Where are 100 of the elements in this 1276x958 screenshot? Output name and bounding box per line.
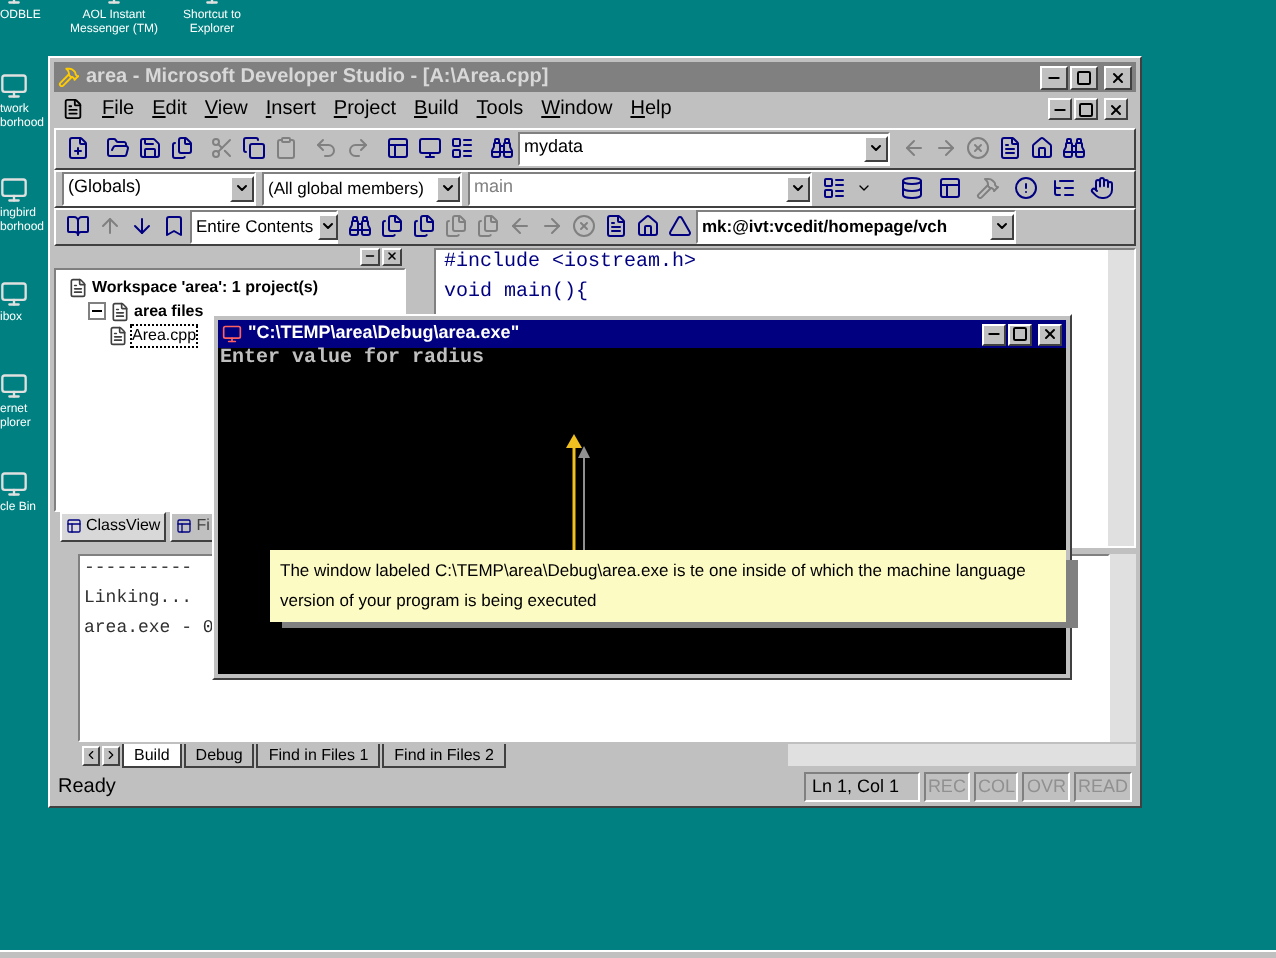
save-all-icon[interactable] [170, 136, 194, 161]
search-icon[interactable] [1062, 136, 1086, 161]
desktop-icon[interactable] [0, 280, 28, 308]
query-icon[interactable] [348, 214, 372, 238]
new-file-icon[interactable] [66, 136, 90, 161]
vertical-scrollbar[interactable] [1110, 553, 1136, 741]
minimize-button[interactable] [1048, 98, 1072, 121]
dropdown-button[interactable] [436, 175, 460, 201]
copy-icon[interactable] [242, 136, 266, 161]
tab-scroll-right[interactable] [102, 745, 120, 765]
status-message: Ready [58, 773, 118, 802]
menu-item[interactable]: Window [541, 94, 613, 125]
previous-topic-icon[interactable] [412, 214, 436, 238]
dropdown-button[interactable] [786, 175, 810, 201]
members-combo[interactable]: (All global members) [262, 171, 462, 205]
minimize-button[interactable] [1040, 65, 1068, 89]
expand-toggle[interactable] [88, 302, 106, 320]
dropdown-button[interactable] [864, 135, 888, 162]
close-icon [386, 250, 398, 262]
search-scope-combo[interactable]: Entire Contents [190, 209, 338, 243]
callout-text: The window labeled C:\TEMP\area\Debug\area.exe is te one inside of which the machine language version of your program is being executed [280, 558, 1028, 614]
url-combo[interactable]: mk:@ivt:vcedit/homepage/vch [696, 209, 1016, 243]
tree-item[interactable]: Workspace 'area': 1 project(s) [92, 277, 319, 297]
output-tab[interactable]: Find in Files 1 [256, 743, 381, 767]
close-button[interactable] [382, 247, 402, 265]
output-line: Linking... [84, 587, 193, 607]
menu-item[interactable]: View [204, 94, 248, 125]
execute-icon[interactable] [1014, 176, 1038, 200]
down-arrow-icon[interactable] [130, 214, 154, 238]
close-button[interactable] [1038, 323, 1062, 345]
dropdown-button[interactable] [990, 213, 1014, 239]
breakpoint-icon[interactable] [1090, 176, 1114, 200]
menu-item[interactable]: Project [333, 94, 397, 125]
desktop-icon[interactable] [0, 72, 28, 100]
output-tab[interactable]: Find in Files 2 [382, 743, 506, 767]
menu-item[interactable]: Build [414, 94, 459, 125]
find-icon[interactable] [490, 136, 514, 161]
function-combo[interactable]: main [468, 171, 812, 205]
sync-icon[interactable] [380, 214, 404, 238]
output-tab[interactable]: Debug [183, 743, 255, 767]
maximize-button[interactable] [1070, 65, 1098, 89]
minimize-button[interactable] [360, 247, 380, 265]
caret-icon [868, 140, 884, 157]
caret-icon [994, 218, 1010, 234]
app-icon [58, 66, 80, 88]
menu-item[interactable]: Help [630, 94, 672, 125]
tab-icon [66, 518, 82, 534]
menu-item[interactable]: File [102, 94, 135, 125]
refresh-page-icon[interactable] [998, 136, 1022, 161]
minimize-icon [364, 250, 376, 262]
close-icon [1042, 326, 1058, 342]
wizard-action-icon[interactable] [822, 176, 846, 200]
dropdown-button[interactable] [317, 213, 338, 239]
workspace-icon[interactable] [386, 136, 410, 161]
go-icon[interactable] [1052, 176, 1076, 200]
file-icon [110, 301, 130, 321]
scope-combo[interactable]: (Globals) [62, 171, 256, 205]
compile-icon[interactable] [900, 176, 924, 200]
tab-scroll-left[interactable] [82, 745, 100, 765]
build-icon[interactable] [938, 176, 962, 200]
home-icon[interactable] [1030, 136, 1054, 161]
output-line: area.exe - 0 [84, 617, 214, 637]
maximize-button[interactable] [1074, 98, 1098, 121]
find-combo[interactable]: mydata [518, 131, 890, 166]
dropdown-button[interactable] [230, 175, 254, 201]
menu-item[interactable]: Insert [265, 94, 316, 125]
output-icon[interactable] [418, 136, 442, 161]
refresh-page-icon[interactable] [604, 214, 628, 238]
caret-icon [440, 180, 456, 196]
workspace-tab[interactable]: ClassView [60, 511, 167, 541]
windows-icon[interactable] [450, 136, 474, 161]
desktop-icon[interactable] [0, 372, 28, 400]
home-icon[interactable] [636, 214, 660, 238]
window-title: area - Microsoft Developer Studio - [A:\Area.cpp] [86, 64, 551, 92]
code-line: void main(){ [444, 281, 591, 303]
console-line: Enter value for radius [220, 348, 487, 370]
file-icon [68, 277, 88, 297]
caret-icon [319, 218, 336, 234]
close-button[interactable] [1104, 98, 1128, 121]
desktop-icon[interactable] [0, 470, 28, 498]
open-folder-icon[interactable] [106, 136, 130, 161]
desktop-icon[interactable] [0, 176, 28, 204]
console-icon [222, 324, 242, 344]
menu-item[interactable]: Edit [152, 94, 187, 125]
save-icon[interactable] [138, 136, 162, 161]
dropdown-icon[interactable] [856, 180, 872, 196]
maximize-button[interactable] [1008, 323, 1032, 345]
output-tab[interactable]: Build [122, 743, 182, 767]
file-icon [108, 325, 128, 345]
close-button[interactable] [1104, 65, 1132, 89]
triangle-icon[interactable] [668, 214, 692, 238]
horizontal-scrollbar[interactable] [787, 744, 1136, 766]
minimize-button[interactable] [982, 323, 1006, 345]
vertical-scrollbar[interactable] [1108, 249, 1134, 545]
document-icon [62, 98, 84, 121]
contents-icon[interactable] [162, 214, 186, 238]
menu-item[interactable]: Tools [476, 94, 524, 125]
tree-item[interactable]: Area.cpp [132, 325, 197, 345]
tree-item[interactable]: area files [134, 301, 204, 321]
browse-icon[interactable] [66, 214, 90, 238]
